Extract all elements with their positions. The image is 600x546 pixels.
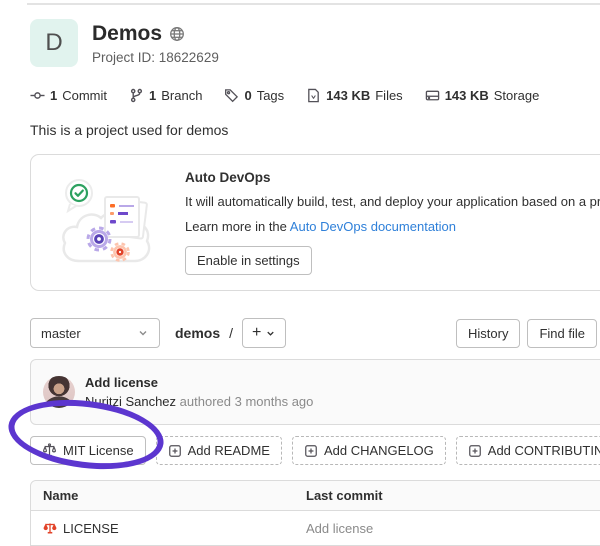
breadcrumb-separator: / (229, 325, 233, 341)
auto-devops-banner: Auto DevOps It will automatically build,… (30, 154, 600, 291)
stat-label: Commit (62, 88, 107, 103)
file-browser-bar: master demos / + History Find file (30, 318, 597, 348)
plus-icon: + (252, 325, 261, 341)
stat-value: 1 (149, 88, 156, 103)
stat-value: 0 (244, 88, 251, 103)
project-page: D Demos Project ID: 18622629 (30, 0, 600, 546)
stat-commits[interactable]: 1 Commit (30, 88, 107, 103)
devops-learn-more: Learn more in the Auto DevOps documentat… (185, 219, 600, 234)
stat-branches[interactable]: 1 Branch (129, 88, 202, 103)
plus-square-icon (468, 444, 482, 458)
chevron-down-icon (137, 327, 149, 339)
license-file-icon (43, 521, 57, 535)
project-avatar: D (30, 19, 78, 67)
enable-in-settings-button[interactable]: Enable in settings (185, 246, 312, 275)
file-tree-table: Name Last commit LICENSE Add license (30, 480, 600, 546)
project-header: D Demos Project ID: 18622629 (30, 19, 600, 67)
stat-tags[interactable]: 0 Tags (224, 88, 284, 103)
add-changelog-button[interactable]: Add CHANGELOG (292, 436, 446, 465)
devops-docs (105, 197, 147, 239)
history-button[interactable]: History (456, 319, 520, 348)
mit-license-label: MIT License (63, 443, 134, 458)
devops-doc-link[interactable]: Auto DevOps documentation (290, 219, 456, 234)
add-changelog-label: Add CHANGELOG (324, 443, 434, 458)
tag-icon (224, 88, 239, 103)
devops-check-bubble (66, 180, 92, 211)
branch-name: master (41, 326, 81, 341)
table-row[interactable]: LICENSE Add license (31, 511, 600, 545)
file-name-link[interactable]: LICENSE (63, 521, 119, 536)
project-meta: Demos Project ID: 18622629 (92, 22, 219, 65)
devops-title: Auto DevOps (185, 170, 600, 185)
devops-learn-prefix: Learn more in the (185, 219, 290, 234)
author-avatar[interactable] (43, 376, 75, 408)
branch-icon (129, 88, 144, 103)
add-file-dropdown-button[interactable]: + (242, 318, 286, 348)
commit-message-link[interactable]: Add license (85, 375, 313, 390)
disk-icon (425, 88, 440, 103)
stat-label: Tags (257, 88, 284, 103)
suggestion-buttons-row: MIT License Add README Add CHANGELOG Add… (30, 436, 600, 465)
commit-author[interactable]: Nuritzi Sanchez (85, 394, 176, 409)
stat-label: Files (375, 88, 402, 103)
row-commit-message-link[interactable]: Add license (306, 521, 373, 536)
project-stats: 1 Commit 1 Branch 0 Tags (30, 88, 600, 103)
find-file-button[interactable]: Find file (527, 319, 597, 348)
commit-byline: Nuritzi Sanchez authored 3 months ago (85, 394, 313, 409)
stat-value: 1 (50, 88, 57, 103)
visibility-public-icon (169, 26, 185, 42)
plus-square-icon (304, 444, 318, 458)
add-readme-button[interactable]: Add README (156, 436, 282, 465)
project-title: Demos (92, 22, 162, 46)
commit-time: authored 3 months ago (180, 394, 314, 409)
stat-label: Branch (161, 88, 202, 103)
tree-header-last-commit: Last commit (306, 488, 600, 503)
commit-icon (30, 88, 45, 103)
stat-label: Storage (494, 88, 540, 103)
stat-value: 143 KB (445, 88, 489, 103)
mit-license-button[interactable]: MIT License (30, 436, 146, 465)
project-id: Project ID: 18622629 (92, 50, 219, 65)
devops-illustration-icon (57, 173, 157, 273)
stat-storage[interactable]: 143 KB Storage (425, 88, 540, 103)
breadcrumb-path[interactable]: demos (175, 325, 220, 341)
last-commit-panel: Add license Nuritzi Sanchez authored 3 m… (30, 359, 600, 425)
plus-square-icon (168, 444, 182, 458)
add-readme-label: Add README (188, 443, 270, 458)
tree-header-name: Name (31, 488, 306, 503)
doc-icon (306, 88, 321, 103)
devops-body: It will automatically build, test, and d… (185, 194, 600, 209)
add-contributing-label: Add CONTRIBUTING (488, 443, 600, 458)
project-description: This is a project used for demos (30, 122, 600, 138)
branch-selector[interactable]: master (30, 318, 160, 348)
add-contributing-button[interactable]: Add CONTRIBUTING (456, 436, 600, 465)
stat-files[interactable]: 143 KB Files (306, 88, 403, 103)
scale-icon (42, 443, 57, 458)
tree-header-row: Name Last commit (31, 481, 600, 511)
chevron-down-icon (265, 328, 276, 339)
stat-value: 143 KB (326, 88, 370, 103)
